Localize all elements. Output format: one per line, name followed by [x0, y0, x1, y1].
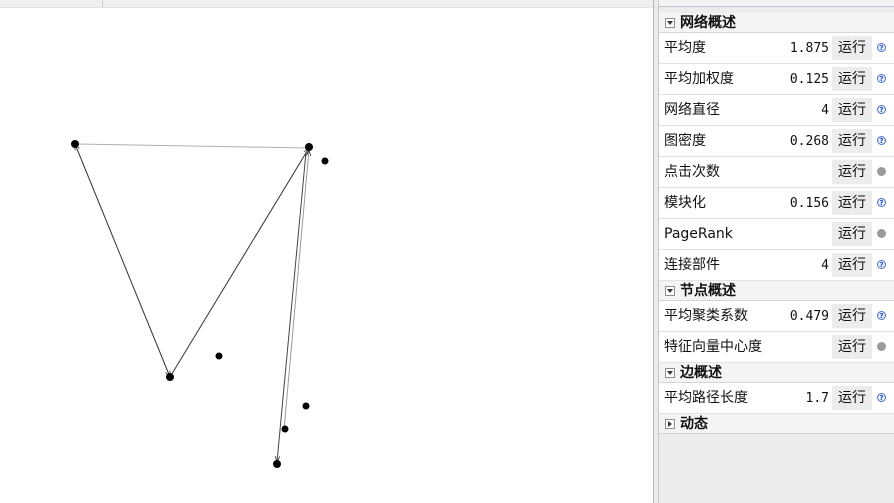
stat-row: PageRank 运行 [659, 219, 894, 250]
help-icon[interactable]: ? [877, 393, 886, 402]
graph-node[interactable] [215, 352, 223, 360]
section-dynamic-header[interactable]: 动态 [659, 414, 894, 434]
help-icon[interactable]: ? [877, 311, 886, 320]
graph-node[interactable] [321, 157, 329, 165]
stat-row: 特征向量中心度 运行 [659, 332, 894, 363]
help-icon[interactable]: ? [877, 105, 886, 114]
collapse-icon[interactable] [665, 368, 675, 378]
section-title: 节点概述 [680, 283, 736, 299]
stat-row: 平均度 1.875 运行? [659, 33, 894, 64]
graph-node[interactable] [305, 143, 313, 151]
graph-node[interactable] [273, 460, 281, 468]
graph-view[interactable] [0, 0, 653, 503]
stat-row: 网络直径 4 运行? [659, 95, 894, 126]
stat-value: 0.268 [789, 134, 829, 149]
stat-label: 点击次数 [664, 164, 720, 180]
expand-icon[interactable] [665, 419, 675, 429]
run-button[interactable]: 运行 [832, 67, 872, 91]
run-button[interactable]: 运行 [832, 386, 872, 410]
stat-label: 连接部件 [664, 257, 720, 273]
stat-row: 点击次数 运行 [659, 157, 894, 188]
run-button[interactable]: 运行 [832, 36, 872, 60]
stat-label: 平均聚类系数 [664, 308, 748, 324]
graph-edge[interactable] [74, 144, 171, 377]
help-icon[interactable]: ? [877, 43, 886, 52]
graph-edge[interactable] [283, 150, 309, 431]
panel-top-edge [659, 0, 894, 7]
help-icon[interactable]: ? [877, 260, 886, 269]
stat-value: 0.156 [789, 196, 829, 211]
stat-value: 4 [821, 103, 829, 118]
stat-row: 平均路径长度 1.7 运行? [659, 383, 894, 414]
help-icon[interactable]: ? [877, 74, 886, 83]
section-title: 边概述 [680, 365, 722, 381]
run-button[interactable]: 运行 [832, 253, 872, 277]
stat-value: 1.7 [805, 391, 829, 406]
collapse-icon[interactable] [665, 286, 675, 296]
stat-label: 平均路径长度 [664, 390, 748, 406]
help-icon[interactable]: ? [877, 136, 886, 145]
graph-node[interactable] [166, 373, 174, 381]
stat-row: 图密度 0.268 运行? [659, 126, 894, 157]
graph-node[interactable] [302, 402, 310, 410]
stat-row: 平均加权度 0.125 运行? [659, 64, 894, 95]
run-button[interactable]: 运行 [832, 98, 872, 122]
run-button[interactable]: 运行 [832, 191, 872, 215]
stat-label: 图密度 [664, 133, 706, 149]
stat-row: 模块化 0.156 运行? [659, 188, 894, 219]
run-button[interactable]: 运行 [832, 129, 872, 153]
graph-node[interactable] [71, 140, 79, 148]
collapse-icon[interactable] [665, 18, 675, 28]
stat-row: 连接部件 4 运行? [659, 250, 894, 281]
graph-canvas[interactable] [0, 0, 653, 503]
section-network-overview-header[interactable]: 网络概述 [659, 13, 894, 33]
stat-label: 网络直径 [664, 102, 720, 118]
disabled-help-icon [877, 229, 886, 238]
help-icon[interactable]: ? [877, 198, 886, 207]
stat-value: 0.125 [789, 72, 829, 87]
stat-label: 平均加权度 [664, 71, 734, 87]
stat-value: 4 [821, 258, 829, 273]
stat-value: 1.875 [789, 41, 829, 56]
graph-edge[interactable] [74, 143, 310, 149]
disabled-help-icon [877, 167, 886, 176]
run-button[interactable]: 运行 [832, 222, 872, 246]
section-node-overview-header[interactable]: 节点概述 [659, 281, 894, 301]
stat-row: 平均聚类系数 0.479 运行? [659, 301, 894, 332]
run-button[interactable]: 运行 [832, 304, 872, 328]
run-button[interactable]: 运行 [832, 335, 872, 359]
disabled-help-icon [877, 342, 886, 351]
section-title: 网络概述 [680, 15, 736, 31]
section-title: 动态 [680, 416, 708, 432]
stat-label: 平均度 [664, 40, 706, 56]
section-edge-overview-header[interactable]: 边概述 [659, 363, 894, 383]
graph-edge[interactable] [277, 151, 307, 462]
graph-node[interactable] [281, 425, 289, 433]
stat-label: 特征向量中心度 [664, 339, 762, 355]
run-button[interactable]: 运行 [832, 160, 872, 184]
stat-label: PageRank [664, 226, 733, 242]
stat-label: 模块化 [664, 195, 706, 211]
stat-value: 0.479 [789, 309, 829, 324]
statistics-panel: 网络概述 平均度 1.875 运行? 平均加权度 0.125 运行? 网络直径 4 运行? 图密度 0… [659, 0, 894, 503]
